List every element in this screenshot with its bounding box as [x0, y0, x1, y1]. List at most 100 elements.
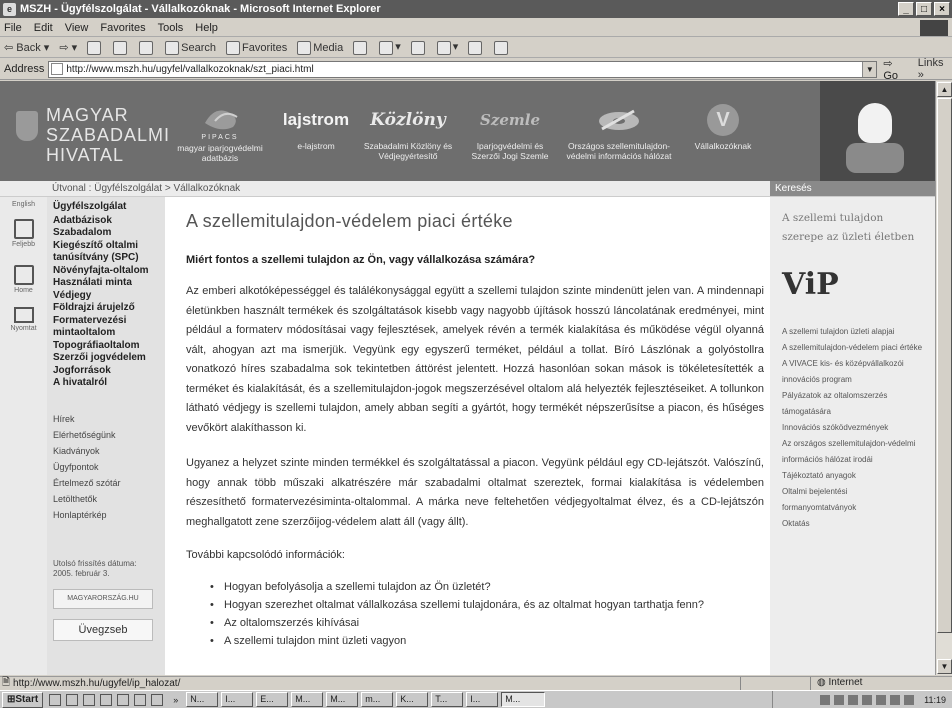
home-link[interactable]: Home: [0, 265, 47, 294]
tray-icon[interactable]: [848, 694, 859, 705]
breadcrumb[interactable]: Útvonal : Ügyfélszolgálat > Vállalkozókn…: [52, 183, 240, 194]
nav-item-jogforrasok[interactable]: Jogforrások: [53, 365, 159, 378]
menu-file[interactable]: File: [4, 22, 22, 34]
quick-launch-icon[interactable]: [134, 693, 147, 706]
start-button[interactable]: ⊞Start: [2, 691, 44, 708]
nav-item-a-hivatalrol[interactable]: A hivatalról: [53, 377, 159, 390]
home-button[interactable]: [139, 40, 155, 55]
related-link[interactable]: A szellemi tulajdon mint üzleti vagyon: [210, 632, 764, 650]
nav-item-ugyfpontok[interactable]: Ügyfpontok: [53, 459, 121, 475]
nav-kozlony[interactable]: Közlöny Szabadalmi Közlöny és Védjegyért…: [362, 103, 454, 162]
site-search-label[interactable]: Keresés: [770, 181, 935, 196]
nav-item-foldrajzi-arujelzo[interactable]: Földrajzi árujelző: [53, 302, 159, 315]
stop-button[interactable]: [87, 40, 103, 55]
print-button[interactable]: [410, 40, 427, 55]
related-link[interactable]: Hogyan szerezhet oltalmat vállalkozása s…: [210, 596, 764, 614]
nav-item-elerhetoseg[interactable]: Elérhetőségünk: [53, 427, 121, 443]
sidebar-link[interactable]: A VIVACE kis- és középvállalkozói innová…: [782, 356, 923, 388]
nav-item-ugyfelszolgalat[interactable]: Ügyfélszolgálat: [53, 201, 159, 214]
sidebar-link[interactable]: Innovációs szóködvezmények: [782, 420, 923, 436]
nav-item-topografia[interactable]: Topográfiaoltalom: [53, 340, 159, 353]
taskbar-task[interactable]: N...: [186, 692, 219, 707]
scroll-down-icon[interactable]: ▼: [937, 659, 952, 674]
up-link[interactable]: Feljebb: [0, 219, 47, 248]
close-button[interactable]: ×: [934, 2, 950, 16]
tray-icon[interactable]: [834, 694, 845, 705]
nav-lajstrom[interactable]: lajstrom e-lajstrom: [280, 103, 352, 151]
quick-launch-icon[interactable]: [66, 693, 79, 706]
nav-item-novenyfajta[interactable]: Növényfajta-oltalom: [53, 265, 159, 278]
sidebar-link[interactable]: Az országos szellemitulajdon-védelmi inf…: [782, 436, 923, 468]
uvegzseb-badge[interactable]: Üvegzseb: [53, 619, 153, 641]
taskbar-task[interactable]: M...: [326, 692, 359, 707]
nav-item-szabadalom[interactable]: Szabadalom: [53, 227, 159, 240]
taskbar-task[interactable]: M...: [291, 692, 324, 707]
nav-szellemi-halozat[interactable]: Országos szellemitulajdon-védelmi inform…: [566, 103, 672, 161]
tray-icon[interactable]: [820, 694, 831, 705]
minimize-button[interactable]: _: [898, 2, 914, 16]
taskbar-task[interactable]: K...: [396, 692, 429, 707]
taskbar-task[interactable]: m...: [361, 692, 394, 707]
quick-launch-icon[interactable]: [100, 693, 113, 706]
tray-icon[interactable]: [876, 694, 887, 705]
links-button[interactable]: Links »: [918, 57, 952, 81]
sidebar-link[interactable]: Oltalmi bejelentési formanyomtatványok: [782, 484, 923, 516]
nav-item-kiadvanyok[interactable]: Kiadványok: [53, 443, 121, 459]
sidebar-link[interactable]: Oktatás: [782, 516, 923, 532]
site-logo[interactable]: MAGYAR SZABADALMI HIVATAL: [46, 105, 170, 165]
scroll-up-icon[interactable]: ▲: [937, 82, 952, 97]
taskbar-task[interactable]: T...: [431, 692, 464, 707]
scroll-thumb[interactable]: [937, 98, 952, 633]
nav-item-szotar[interactable]: Értelmező szótár: [53, 475, 121, 491]
related-link[interactable]: Hogyan befolyásolja a szellemi tulajdon …: [210, 578, 764, 596]
sidebar-link[interactable]: A szellemitulajdon-védelem piaci értéke: [782, 340, 923, 356]
quick-launch-icon[interactable]: [83, 693, 96, 706]
media-button[interactable]: Media: [297, 40, 343, 55]
forward-button[interactable]: ⇨ ▾: [59, 41, 77, 54]
tray-icon[interactable]: [904, 694, 915, 705]
english-link[interactable]: English: [0, 201, 47, 208]
favorites-button[interactable]: Favorites: [225, 40, 287, 55]
related-link[interactable]: Az oltalomszerzés kihívásai: [210, 614, 764, 632]
nav-item-honlapterkep[interactable]: Honlaptérkép: [53, 507, 121, 523]
nav-item-formatervezesi[interactable]: Formatervezési mintaoltalom: [53, 315, 159, 340]
vertical-scrollbar[interactable]: ▲ ▼: [935, 81, 952, 675]
nav-szemle[interactable]: Szemle Iparjogvédelmi és Szerzői Jogi Sz…: [464, 103, 556, 162]
mail-button[interactable]: ▾: [379, 40, 401, 55]
menu-edit[interactable]: Edit: [34, 22, 53, 34]
refresh-button[interactable]: [113, 40, 129, 55]
search-button[interactable]: Search: [165, 40, 216, 55]
go-button[interactable]: ⇨ Go: [883, 57, 909, 82]
nav-item-vedjegy[interactable]: Védjegy: [53, 290, 159, 303]
nav-item-adatbazisok[interactable]: Adatbázisok: [53, 215, 159, 228]
sidebar-link[interactable]: Tájékoztató anyagok: [782, 468, 923, 484]
quick-launch-icon[interactable]: [49, 693, 62, 706]
taskbar-task[interactable]: E...: [256, 692, 289, 707]
tray-icon[interactable]: [862, 694, 873, 705]
maximize-button[interactable]: □: [916, 2, 932, 16]
menu-tools[interactable]: Tools: [158, 22, 184, 34]
messenger-button[interactable]: [494, 40, 510, 55]
nav-item-letoltheto[interactable]: Letölthetők: [53, 491, 121, 507]
sidebar-link[interactable]: Pályázatok az oltalomszerzés támogatásár…: [782, 388, 923, 420]
quick-launch-icon[interactable]: [151, 693, 164, 706]
edit-button[interactable]: ▾: [436, 40, 458, 55]
nav-item-spc[interactable]: Kiegészítő oltalmi tanúsítvány (SPC): [53, 240, 159, 265]
nav-item-hirek[interactable]: Hírek: [53, 411, 121, 427]
tray-icon[interactable]: [890, 694, 901, 705]
sidebar-link[interactable]: A szellemi tulajdon üzleti alapjai: [782, 324, 923, 340]
menu-favorites[interactable]: Favorites: [100, 22, 145, 34]
magyarorszag-hu-badge[interactable]: MAGYARORSZÁG.HU: [53, 589, 153, 609]
nav-item-szerzoi-jog[interactable]: Szerzői jogvédelem: [53, 352, 159, 365]
discuss-button[interactable]: [468, 40, 484, 55]
nav-pipacs[interactable]: PIPACS magyar iparjogvédelmi adatbázis: [170, 103, 270, 163]
print-link[interactable]: Nyomtat: [0, 307, 47, 332]
taskbar-task-active[interactable]: M...: [501, 692, 546, 707]
menu-view[interactable]: View: [65, 22, 89, 34]
taskbar-task[interactable]: I...: [221, 692, 254, 707]
history-button[interactable]: [353, 40, 369, 55]
address-input[interactable]: http://www.mszh.hu/ugyfel/vallalkozoknak…: [48, 60, 878, 78]
taskbar-task[interactable]: I...: [466, 692, 499, 707]
nav-vallalkozoknak[interactable]: V Vállalkozóknak: [678, 103, 768, 151]
nav-item-hasznalati-minta[interactable]: Használati minta: [53, 277, 159, 290]
